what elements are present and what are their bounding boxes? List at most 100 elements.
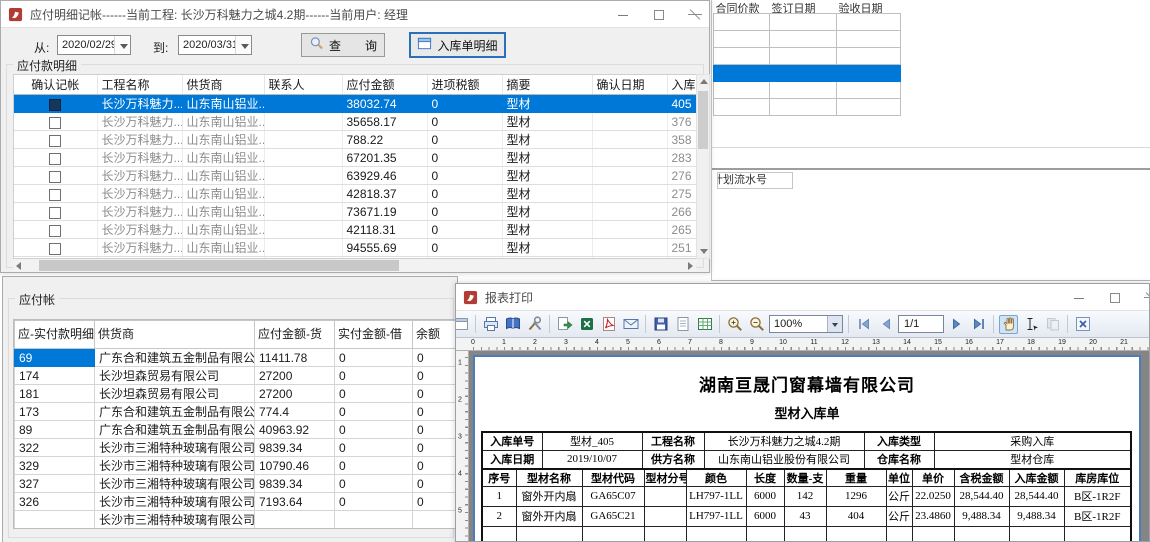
- chevron-down-icon[interactable]: [114, 36, 130, 54]
- export-grid-icon[interactable]: [695, 315, 714, 334]
- cell[interactable]: 长沙万科魅力...: [97, 185, 182, 203]
- cell[interactable]: 山东南山铝业...: [182, 239, 264, 257]
- titlebar[interactable]: 应付明细记帐------当前工程: 长沙万科魅力之城4.2期------当前用户…: [1, 1, 709, 28]
- cell[interactable]: [592, 239, 667, 257]
- cell[interactable]: 0: [335, 403, 413, 421]
- cell[interactable]: 0: [335, 493, 413, 511]
- cell[interactable]: 67201.35: [342, 149, 427, 167]
- last-page-icon[interactable]: [969, 315, 988, 334]
- cell[interactable]: 型材: [502, 185, 592, 203]
- maximize-button[interactable]: [653, 9, 665, 21]
- cell[interactable]: 0: [413, 385, 458, 403]
- column-header[interactable]: 应-实付款明细ID: [15, 321, 95, 349]
- column-header[interactable]: 摘要: [502, 75, 592, 95]
- cell[interactable]: 长沙万科魅力...: [97, 131, 182, 149]
- cell[interactable]: [264, 113, 342, 131]
- cell[interactable]: 山东南山铝业...: [182, 95, 264, 113]
- column-header[interactable]: 应付金额: [342, 75, 427, 95]
- cell[interactable]: 长沙万科魅力...: [97, 203, 182, 221]
- close-button[interactable]: [1145, 292, 1150, 304]
- cell[interactable]: 173: [15, 403, 95, 421]
- cell[interactable]: 42818.37: [342, 185, 427, 203]
- scrollbar-thumb[interactable]: [698, 91, 708, 149]
- cell[interactable]: 94555.69: [342, 239, 427, 257]
- cell[interactable]: 10790.46: [255, 457, 335, 475]
- cell[interactable]: [592, 113, 667, 131]
- to-date-combo[interactable]: 2020/03/31: [178, 35, 252, 55]
- cell[interactable]: [264, 167, 342, 185]
- cell[interactable]: 275: [667, 185, 696, 203]
- cell[interactable]: 长沙坦森贸易有限公司: [95, 385, 255, 403]
- cell[interactable]: 型材: [502, 149, 592, 167]
- cell[interactable]: 35658.17: [342, 113, 427, 131]
- cell[interactable]: 376: [667, 113, 696, 131]
- cell[interactable]: 型材: [502, 221, 592, 239]
- cell[interactable]: [592, 167, 667, 185]
- cell[interactable]: [14, 185, 97, 203]
- cell[interactable]: 73671.19: [342, 203, 427, 221]
- cell[interactable]: 327: [15, 475, 95, 493]
- cell[interactable]: 0: [335, 385, 413, 403]
- cell[interactable]: [14, 239, 97, 257]
- cell[interactable]: 型材: [502, 113, 592, 131]
- cell[interactable]: 长沙万科魅力...: [97, 95, 182, 113]
- row-checkbox[interactable]: [49, 153, 61, 165]
- cell[interactable]: [14, 95, 97, 113]
- cell[interactable]: 40963.92: [255, 421, 335, 439]
- cell[interactable]: 山东南山铝业...: [182, 149, 264, 167]
- cell[interactable]: 长沙市三湘特种玻璃有限公司: [95, 439, 255, 457]
- cell[interactable]: 广东合和建筑五金制品有限公司: [95, 403, 255, 421]
- report-page[interactable]: 湖南亘晟门窗幕墙有限公司 型材入库单 入库单号型材_405工程名称长沙万科魅力之…: [473, 355, 1141, 542]
- cell[interactable]: 长沙市三湘特种玻璃有限公司: [95, 457, 255, 475]
- cell[interactable]: 0: [413, 367, 458, 385]
- export-pdf-icon[interactable]: [599, 315, 618, 334]
- cell[interactable]: 174: [15, 367, 95, 385]
- export-excel-icon[interactable]: [577, 315, 596, 334]
- cell[interactable]: 长沙万科魅力...: [97, 149, 182, 167]
- cell[interactable]: 型材: [502, 167, 592, 185]
- cell[interactable]: 0: [427, 131, 502, 149]
- zoom-in-icon[interactable]: [725, 315, 744, 334]
- preview-area[interactable]: 12345 湖南亘晟门窗幕墙有限公司 型材入库单 入库单号型材_405工程名称长…: [456, 351, 1149, 541]
- cell[interactable]: [255, 511, 335, 529]
- cell[interactable]: 长沙万科魅力...: [97, 239, 182, 257]
- cell[interactable]: 329: [15, 457, 95, 475]
- cell[interactable]: [14, 131, 97, 149]
- cell[interactable]: 0: [413, 493, 458, 511]
- cell[interactable]: 长沙市三湘特种玻璃有限公司: [95, 475, 255, 493]
- cell[interactable]: 0: [335, 457, 413, 475]
- cell[interactable]: [14, 221, 97, 239]
- cell[interactable]: 7193.64: [255, 493, 335, 511]
- column-header[interactable]: 联系人: [264, 75, 342, 95]
- cell[interactable]: [592, 185, 667, 203]
- row-checkbox[interactable]: [49, 243, 61, 255]
- cell[interactable]: 358: [667, 131, 696, 149]
- cell[interactable]: 0: [413, 421, 458, 439]
- cell[interactable]: [14, 203, 97, 221]
- cell[interactable]: 283: [667, 149, 696, 167]
- cell[interactable]: 326: [15, 493, 95, 511]
- cell[interactable]: 38032.74: [342, 95, 427, 113]
- row-checkbox[interactable]: [49, 99, 61, 111]
- cell[interactable]: 69: [15, 349, 95, 367]
- first-page-icon[interactable]: [854, 315, 873, 334]
- column-header[interactable]: 应付金额-货: [255, 321, 335, 349]
- cell[interactable]: 型材: [502, 239, 592, 257]
- cell[interactable]: 265: [667, 221, 696, 239]
- cell[interactable]: [413, 511, 458, 529]
- cell[interactable]: 0: [427, 221, 502, 239]
- cell[interactable]: [264, 131, 342, 149]
- cell[interactable]: 0: [413, 349, 458, 367]
- cell[interactable]: 山东南山铝业...: [182, 185, 264, 203]
- text-select-tool-icon[interactable]: [1021, 315, 1040, 334]
- cell[interactable]: 0: [427, 203, 502, 221]
- cell[interactable]: [264, 185, 342, 203]
- cell[interactable]: [14, 113, 97, 131]
- inbound-detail-button[interactable]: 入库单明细: [409, 32, 506, 58]
- query-button[interactable]: 查 询: [301, 33, 385, 57]
- vertical-scrollbar[interactable]: [696, 74, 710, 259]
- copy-icon[interactable]: [1043, 315, 1062, 334]
- cell[interactable]: 89: [15, 421, 95, 439]
- next-page-icon[interactable]: [947, 315, 966, 334]
- cell[interactable]: 0: [413, 439, 458, 457]
